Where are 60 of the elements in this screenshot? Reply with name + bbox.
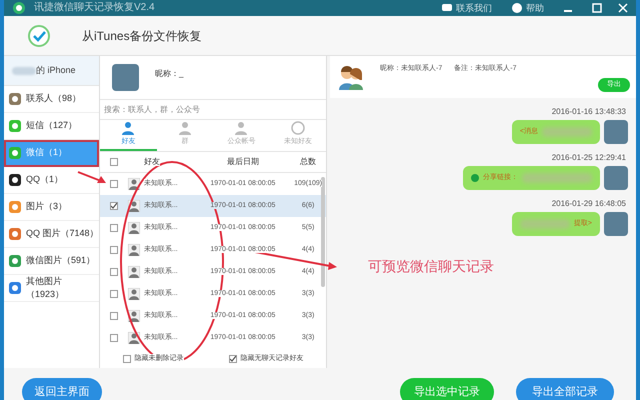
sidebar-item[interactable]: 微信图片（591） xyxy=(4,248,99,275)
checkbox[interactable] xyxy=(110,224,118,232)
photo-placeholder xyxy=(604,166,628,190)
column-header: 总数 xyxy=(300,157,316,166)
timestamp: 2016-01-29 16:48:05 xyxy=(552,198,626,210)
couple-avatar-icon xyxy=(338,64,364,90)
action-button[interactable]: 导出选中记录 xyxy=(400,378,494,400)
person-icon xyxy=(128,288,140,300)
redacted-block xyxy=(522,173,592,183)
sidebar-item[interactable]: QQ 图片（7148） xyxy=(4,221,99,248)
action-button[interactable]: 返回主界面 xyxy=(22,378,102,400)
timestamp: 2016-01-16 13:48:33 xyxy=(552,106,626,118)
contact-link[interactable]: 联系我们 xyxy=(442,3,492,13)
sidebar-item[interactable]: 联系人（98） xyxy=(4,86,99,113)
device-name[interactable]: 的 iPhone xyxy=(36,64,76,78)
chat-bubble-icon xyxy=(442,3,452,13)
scrollbar-thumb[interactable] xyxy=(321,177,325,287)
checkmark-icon xyxy=(110,203,117,209)
checkmark-logo-icon xyxy=(28,24,50,46)
page-title: 从iTunes备份文件恢复 xyxy=(82,28,202,44)
person-icon xyxy=(128,178,140,190)
checkbox[interactable] xyxy=(110,158,118,166)
checkbox[interactable] xyxy=(110,290,118,298)
column-header: 最后日期 xyxy=(226,157,259,166)
person-icon xyxy=(128,222,140,234)
redacted-block xyxy=(542,127,592,137)
sidebar-item[interactable]: 图片（3） xyxy=(4,194,99,221)
redacted-block xyxy=(12,66,36,74)
action-button[interactable]: 导出全部记录 xyxy=(516,378,614,400)
photo-placeholder xyxy=(112,64,139,91)
sidebar-item[interactable]: 微信（1） xyxy=(4,140,99,167)
redacted-block xyxy=(520,219,570,229)
checkmark-icon xyxy=(230,356,236,362)
annotation-text: 可预览微信聊天记录 xyxy=(368,257,495,276)
checkbox[interactable] xyxy=(110,334,118,342)
person-icon xyxy=(128,266,140,278)
checkbox[interactable] xyxy=(110,180,118,188)
checkbox[interactable] xyxy=(228,355,236,363)
person-icon xyxy=(121,121,136,136)
minimize-icon xyxy=(564,10,572,12)
maximize-icon xyxy=(592,3,602,13)
logo-icon xyxy=(12,2,26,14)
help-link[interactable]: 帮助 xyxy=(512,3,544,13)
sidebar-item[interactable]: 其他图片（1923） xyxy=(4,275,99,302)
checkbox[interactable] xyxy=(110,312,118,320)
annotation-arrow xyxy=(78,171,106,183)
nickname-text: 昵称：_ xyxy=(155,68,184,80)
checkbox[interactable] xyxy=(122,355,130,363)
checkbox[interactable] xyxy=(110,246,118,254)
checkbox[interactable] xyxy=(110,268,118,276)
window-title: 讯捷微信聊天记录恢复V2.4 xyxy=(34,3,155,13)
person-icon xyxy=(128,244,140,256)
close-icon xyxy=(618,3,628,13)
sidebar-item[interactable]: QQ（1） xyxy=(4,167,99,194)
timestamp: 2016-01-25 12:29:41 xyxy=(552,152,626,164)
photo-placeholder xyxy=(604,212,628,236)
photo-placeholder xyxy=(604,120,628,144)
column-header: 好友 xyxy=(144,157,160,166)
search-field[interactable]: 搜索：联系人，群，公众号 xyxy=(100,100,326,120)
checkbox[interactable] xyxy=(110,202,118,210)
